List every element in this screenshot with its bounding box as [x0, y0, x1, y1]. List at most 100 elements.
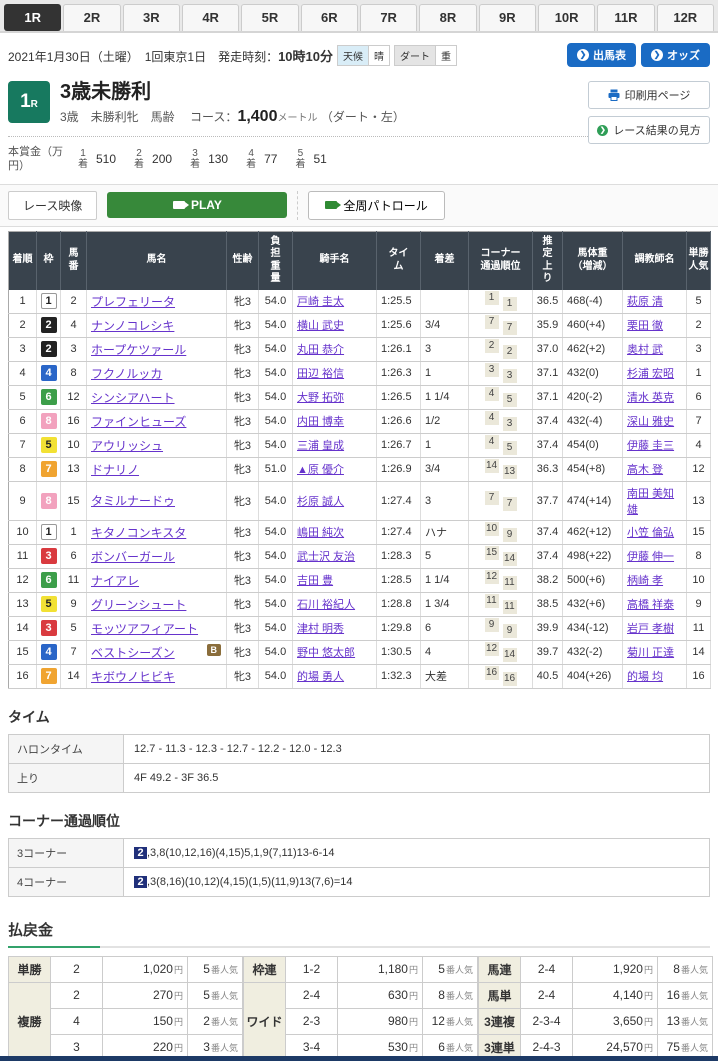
carried-weight: 54.0 — [259, 640, 293, 664]
table-row: 12 6 11 ナイアレ 牝3 54.0 吉田 豊 1:28.5 1 1/4 1… — [9, 568, 711, 592]
trio-pop: 13番人気 — [658, 1008, 713, 1034]
race-tab[interactable]: 1R — [4, 4, 61, 31]
race-tab[interactable]: 11R — [597, 4, 654, 31]
patrol-video-button[interactable]: 全周パトロール — [308, 191, 444, 220]
jockey-link[interactable]: 野中 悠太郎 — [297, 647, 355, 659]
trainer-link[interactable]: 清水 英克 — [627, 392, 674, 404]
trainer-link[interactable]: 小笠 倫弘 — [627, 527, 674, 539]
horse-name-link[interactable]: フクノルッカ — [91, 367, 162, 381]
race-tab[interactable]: 5R — [241, 4, 298, 31]
win-amount-value: 1,020 — [143, 962, 173, 976]
jockey-link[interactable]: 杉原 誠人 — [297, 496, 344, 508]
race-tab[interactable]: 10R — [538, 4, 595, 31]
jockey-link[interactable]: ▲原 優介 — [297, 464, 344, 476]
last-3f: 37.4 — [533, 433, 563, 457]
jockey-link[interactable]: 田辺 裕信 — [297, 368, 344, 380]
jockey-link[interactable]: 嶋田 純次 — [297, 527, 344, 539]
last-agari-value: 4F 49.2 - 3F 36.5 — [124, 763, 710, 792]
race-number: 1 — [20, 91, 31, 112]
race-tab[interactable]: 12R — [657, 4, 714, 31]
race-tab[interactable]: 3R — [123, 4, 180, 31]
race-tab[interactable]: 7R — [360, 4, 417, 31]
horse-name-link[interactable]: グリーンシュート — [91, 598, 186, 612]
jockey-link[interactable]: 石川 裕紀人 — [297, 599, 355, 611]
jockey-link[interactable]: 的場 勇人 — [297, 671, 344, 683]
race-tab[interactable]: 4R — [182, 4, 239, 31]
play-button[interactable]: PLAY — [107, 192, 287, 218]
prize-rank-suffix: 着 — [246, 159, 256, 170]
last-3f: 37.1 — [533, 385, 563, 409]
trainer-link[interactable]: 南田 美知雄 — [627, 488, 674, 516]
horse-name-link[interactable]: モッツアフィアート — [91, 622, 198, 636]
jockey-link[interactable]: 吉田 豊 — [297, 575, 333, 587]
finish-position: 10 — [9, 520, 37, 544]
jockey-link[interactable]: 三浦 皇成 — [297, 440, 344, 452]
horse-name-cell: モッツアフィアート — [87, 616, 227, 640]
yen-suffix: 円 — [409, 991, 418, 1001]
carried-weight: 54.0 — [259, 481, 293, 520]
trainer-link[interactable]: 伊藤 圭三 — [627, 440, 674, 452]
horse-name-link[interactable]: ボンバーガール — [91, 550, 175, 564]
trainer-link[interactable]: 栗田 徹 — [627, 320, 663, 332]
header-corner-order: コーナー 通過順位 — [469, 231, 533, 290]
jockey-link[interactable]: 武士沢 友治 — [297, 551, 355, 563]
frame-cell: 8 — [37, 409, 61, 433]
trainer-link[interactable]: 萩原 清 — [627, 296, 663, 308]
frame-cell: 4 — [37, 640, 61, 664]
exacta-amount: 4,140円 — [573, 982, 658, 1008]
win-popularity: 11 — [687, 616, 711, 640]
jockey-link[interactable]: 津村 明秀 — [297, 623, 344, 635]
frame-number-badge: 1 — [41, 524, 57, 540]
trainer-link[interactable]: 奥村 武 — [627, 344, 663, 356]
jockey-link[interactable]: 丸田 恭介 — [297, 344, 344, 356]
howto-read-button[interactable]: ❯ レース結果の見方 — [588, 116, 710, 144]
table-row: 13 5 9 グリーンシュート 牝3 54.0 石川 裕紀人 1:28.8 1 … — [9, 592, 711, 616]
race-tab[interactable]: 2R — [63, 4, 120, 31]
horse-name-link[interactable]: タミルナードゥ — [91, 494, 175, 508]
table-row: 5 6 12 シンシアハート 牝3 54.0 大野 拓弥 1:26.5 1 1/… — [9, 385, 711, 409]
race-tab[interactable]: 8R — [419, 4, 476, 31]
horse-name-cell: ファインヒューズ — [87, 409, 227, 433]
trainer-link[interactable]: 杉浦 宏昭 — [627, 368, 674, 380]
horse-name-link[interactable]: ドナリノ — [91, 463, 139, 477]
jockey-link[interactable]: 戸崎 圭太 — [297, 296, 344, 308]
jockey-link[interactable]: 大野 拓弥 — [297, 392, 344, 404]
horse-name-link[interactable]: キタノコンキスタ — [91, 526, 186, 540]
furlong-time-label: ハロンタイム — [9, 734, 124, 763]
horse-name-link[interactable]: ホープケツァール — [91, 343, 186, 357]
prize-label: 本賞金（万円） — [8, 145, 78, 174]
margin: 大差 — [421, 664, 469, 688]
horse-name-link[interactable]: ナイアレ — [91, 574, 139, 588]
horse-name-link[interactable]: ベストシーズン — [91, 646, 175, 660]
corner-pass-3: 4 — [485, 435, 499, 449]
trainer-link[interactable]: 的場 均 — [627, 671, 663, 683]
trainer-link[interactable]: 深山 雅史 — [627, 416, 674, 428]
payout-table-left: 単勝 2 1,020円 5番人気 複勝 2 270円 5番人気 4 150円 2… — [8, 956, 243, 1061]
horse-name-link[interactable]: アウリッシュ — [91, 439, 163, 453]
finish-position: 15 — [9, 640, 37, 664]
jockey-link[interactable]: 内田 博幸 — [297, 416, 344, 428]
trainer-link[interactable]: 岩戸 孝樹 — [627, 623, 674, 635]
entry-table-button[interactable]: ❯ 出馬表 — [567, 43, 636, 67]
trainer-link[interactable]: 高木 登 — [627, 464, 663, 476]
horse-name-link[interactable]: キボウノヒビキ — [91, 670, 175, 684]
place-pop-1-value: 5 — [203, 988, 210, 1002]
jockey-cell: 野中 悠太郎 — [293, 640, 377, 664]
trainer-link[interactable]: 伊藤 伸一 — [627, 551, 674, 563]
jockey-cell: 吉田 豊 — [293, 568, 377, 592]
jockey-link[interactable]: 横山 武史 — [297, 320, 344, 332]
horse-name-link[interactable]: ナンノコレシキ — [91, 319, 174, 333]
race-tab[interactable]: 9R — [479, 4, 536, 31]
odds-button[interactable]: ❯ オッズ — [641, 43, 710, 67]
trifecta-pop-value: 75 — [667, 1040, 680, 1054]
horse-name-link[interactable]: プレフェリータ — [91, 295, 175, 309]
horse-name-link[interactable]: ファインヒューズ — [91, 415, 186, 429]
trainer-link[interactable]: 柄崎 孝 — [627, 575, 663, 587]
print-page-button[interactable]: 印刷用ページ — [588, 81, 710, 109]
corner-pass-4: 14 — [503, 552, 517, 566]
horse-name-link[interactable]: シンシアハート — [91, 391, 175, 405]
trainer-link[interactable]: 菊川 正達 — [627, 647, 674, 659]
leader-number-badge: 2 — [134, 847, 147, 859]
race-tab[interactable]: 6R — [301, 4, 358, 31]
trainer-link[interactable]: 高橋 祥泰 — [627, 599, 674, 611]
